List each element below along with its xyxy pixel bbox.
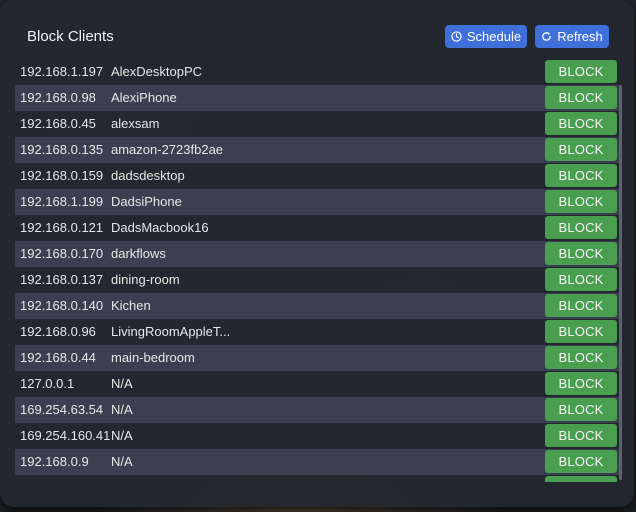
refresh-button[interactable]: Refresh bbox=[535, 25, 609, 48]
client-ip: 192.168.0.96 bbox=[20, 324, 96, 339]
table-row: 192.168.0.170 darkflows BLOCK bbox=[15, 241, 619, 267]
block-button[interactable]: BLOCK bbox=[545, 138, 617, 161]
clock-icon bbox=[451, 31, 462, 42]
table-row: 192.168.0.121 DadsMacbook16 BLOCK bbox=[15, 215, 619, 241]
block-button[interactable]: BLOCK bbox=[545, 164, 617, 187]
client-hostname: N/A bbox=[111, 376, 133, 391]
client-hostname: LivingRoomAppleT... bbox=[111, 324, 231, 339]
table-row: 192.168.0.135 amazon-2723fb2ae BLOCK bbox=[15, 137, 619, 163]
client-hostname: dining-room bbox=[111, 272, 180, 287]
client-ip: 192.168.0.98 bbox=[20, 90, 96, 105]
client-ip: 192.168.0.135 bbox=[20, 142, 104, 157]
schedule-button-label: Schedule bbox=[466, 29, 522, 44]
client-hostname: DadsiPhone bbox=[111, 194, 182, 209]
client-ip: 192.168.0.159 bbox=[20, 168, 104, 183]
client-ip: 192.168.1.197 bbox=[20, 64, 104, 79]
table-row: 192.168.0.45 alexsam BLOCK bbox=[15, 111, 619, 137]
client-ip: 192.168.1.199 bbox=[20, 194, 104, 209]
client-hostname: AlexDesktopPC bbox=[111, 64, 203, 79]
table-row: 192.168.0.140 Kichen BLOCK bbox=[15, 293, 619, 319]
client-hostname: alexsam bbox=[111, 116, 160, 131]
client-ip: 169.254.160.41 bbox=[20, 428, 111, 443]
block-button[interactable]: BLOCK bbox=[545, 372, 617, 395]
table-row: 169.254.63.54 N/A BLOCK bbox=[15, 397, 619, 423]
client-hostname: DadsMacbook16 bbox=[111, 220, 209, 235]
table-row: 192.168.0.96 LivingRoomAppleT... BLOCK bbox=[15, 319, 619, 345]
table-row: 169.254.160.41 N/A BLOCK bbox=[15, 423, 619, 449]
block-button[interactable]: BLOCK bbox=[545, 398, 617, 421]
table-row: 192.168.0.9 N/A BLOCK bbox=[15, 449, 619, 475]
block-button[interactable]: BLOCK bbox=[545, 320, 617, 343]
client-ip: 169.254.63.54 bbox=[20, 402, 104, 417]
next-block-button-peek[interactable] bbox=[545, 476, 617, 482]
client-hostname: AlexiPhone bbox=[111, 90, 177, 105]
table-row: 192.168.0.159 dadsdesktop BLOCK bbox=[15, 163, 619, 189]
client-ip: 192.168.0.140 bbox=[20, 298, 104, 313]
block-button[interactable]: BLOCK bbox=[545, 268, 617, 291]
client-hostname: main-bedroom bbox=[111, 350, 195, 365]
refresh-button-label: Refresh bbox=[557, 29, 603, 44]
client-ip: 192.168.0.121 bbox=[20, 220, 104, 235]
block-button[interactable]: BLOCK bbox=[545, 86, 617, 109]
table-row: 192.168.1.199 DadsiPhone BLOCK bbox=[15, 189, 619, 215]
client-hostname: Kichen bbox=[111, 298, 151, 313]
table-row: 192.168.0.98 AlexiPhone BLOCK bbox=[15, 85, 619, 111]
table-row: 127.0.0.1 N/A BLOCK bbox=[15, 371, 619, 397]
block-button[interactable]: BLOCK bbox=[545, 424, 617, 447]
client-hostname: amazon-2723fb2ae bbox=[111, 142, 224, 157]
client-hostname: N/A bbox=[111, 402, 133, 417]
client-hostname: N/A bbox=[111, 454, 133, 469]
client-hostname: darkflows bbox=[111, 246, 166, 261]
client-ip: 192.168.0.9 bbox=[20, 454, 89, 469]
refresh-icon bbox=[542, 32, 552, 41]
block-button[interactable]: BLOCK bbox=[545, 112, 617, 135]
client-ip: 192.168.0.45 bbox=[20, 116, 96, 131]
client-list: 192.168.1.197 AlexDesktopPC BLOCK 192.168.0… bbox=[15, 59, 621, 482]
block-button[interactable]: BLOCK bbox=[545, 450, 617, 473]
table-row: 192.168.0.44 main-bedroom BLOCK bbox=[15, 345, 619, 371]
block-button[interactable]: BLOCK bbox=[545, 216, 617, 239]
block-button[interactable]: BLOCK bbox=[545, 346, 617, 369]
client-ip: 192.168.0.170 bbox=[20, 246, 104, 261]
block-button[interactable]: BLOCK bbox=[545, 190, 617, 213]
table-row: 192.168.1.197 AlexDesktopPC BLOCK bbox=[15, 59, 619, 85]
client-hostname: dadsdesktop bbox=[111, 168, 185, 183]
client-ip: 192.168.0.44 bbox=[20, 350, 96, 365]
block-button[interactable]: BLOCK bbox=[545, 242, 617, 265]
block-button[interactable]: BLOCK bbox=[545, 60, 617, 83]
block-button[interactable]: BLOCK bbox=[545, 294, 617, 317]
block-clients-panel: Block Clients Schedule Refresh 192.168.1… bbox=[0, 0, 634, 507]
table-row: 192.168.0.137 dining-room BLOCK bbox=[15, 267, 619, 293]
schedule-button[interactable]: Schedule bbox=[445, 25, 527, 48]
panel-header: Block Clients Schedule Refresh bbox=[0, 0, 634, 60]
panel-title: Block Clients bbox=[27, 28, 114, 45]
client-hostname: N/A bbox=[111, 428, 133, 443]
client-ip: 192.168.0.137 bbox=[20, 272, 104, 287]
scrollbar[interactable] bbox=[619, 85, 622, 480]
client-ip: 127.0.0.1 bbox=[20, 376, 75, 391]
